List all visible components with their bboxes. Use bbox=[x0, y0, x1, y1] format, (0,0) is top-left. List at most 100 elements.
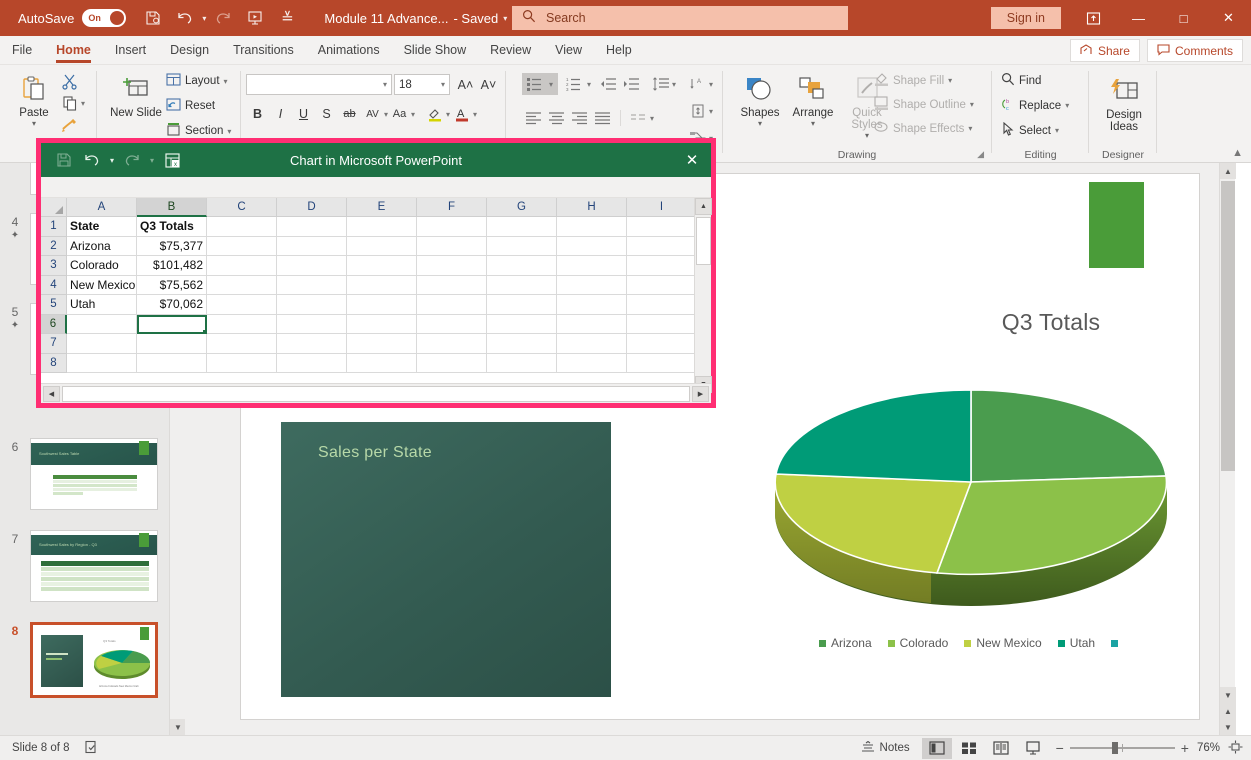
tab-design[interactable]: Design bbox=[158, 36, 221, 65]
slideshow-icon[interactable] bbox=[1018, 738, 1048, 759]
cell-c5[interactable] bbox=[207, 295, 277, 315]
fit-slide-to-window-icon[interactable] bbox=[1228, 740, 1243, 757]
cell-d1[interactable] bbox=[277, 217, 347, 237]
cell-f8[interactable] bbox=[417, 354, 487, 374]
cell-h2[interactable] bbox=[557, 237, 627, 257]
zoom-knob[interactable] bbox=[1112, 742, 1118, 754]
cell-a6[interactable] bbox=[67, 315, 137, 335]
cell-e6[interactable] bbox=[347, 315, 417, 335]
select-button[interactable]: Select ▾ bbox=[1001, 122, 1069, 139]
cell-g6[interactable] bbox=[487, 315, 557, 335]
thumbnail-row-8[interactable]: 8 Q3 Totals Arizona Colorado New Mexic bbox=[0, 622, 185, 698]
cell-d4[interactable] bbox=[277, 276, 347, 296]
new-slide-button[interactable]: New Slide bbox=[108, 67, 164, 119]
excel-scroll-right-icon[interactable]: ▶ bbox=[692, 386, 709, 402]
column-header-c[interactable]: C bbox=[207, 198, 277, 217]
arrange-dropdown-icon[interactable]: ▾ bbox=[811, 119, 815, 128]
shape-fill-button[interactable]: Shape Fill ▾ bbox=[874, 72, 974, 89]
tab-home[interactable]: Home bbox=[44, 36, 103, 65]
cell-g8[interactable] bbox=[487, 354, 557, 374]
bold-button[interactable]: B bbox=[246, 103, 269, 125]
font-size-dropdown-icon[interactable]: ▾ bbox=[441, 80, 445, 89]
font-color-dropdown-icon[interactable]: ▾ bbox=[473, 110, 477, 119]
align-right-icon[interactable] bbox=[568, 107, 591, 129]
table-row[interactable]: 7 bbox=[41, 334, 711, 354]
thumbnail-6[interactable]: Southwest Sales Table bbox=[30, 438, 158, 510]
column-header-b[interactable]: B bbox=[137, 198, 207, 217]
excel-grid[interactable]: A B C D E F G H I 1 State Q3 Totals bbox=[41, 198, 711, 393]
redo-dropdown-icon[interactable]: ▾ bbox=[147, 147, 157, 173]
row-header-3[interactable]: 3 bbox=[41, 256, 67, 276]
cell-f1[interactable] bbox=[417, 217, 487, 237]
cell-i7[interactable] bbox=[627, 334, 697, 354]
strikethrough-button[interactable]: ab bbox=[338, 103, 361, 125]
arrange-button[interactable]: Arrange ▾ bbox=[786, 67, 840, 140]
table-row[interactable]: 5 Utah $70,062 bbox=[41, 295, 711, 315]
row-header-8[interactable]: 8 bbox=[41, 354, 67, 374]
numbering-dropdown-icon[interactable]: ▾ bbox=[587, 80, 591, 89]
decrease-indent-icon[interactable] bbox=[597, 73, 620, 95]
cell-d5[interactable] bbox=[277, 295, 347, 315]
shapes-dropdown-icon[interactable]: ▾ bbox=[758, 119, 762, 128]
cell-f5[interactable] bbox=[417, 295, 487, 315]
next-slide-icon[interactable]: ▼ bbox=[1220, 719, 1236, 735]
cell-g3[interactable] bbox=[487, 256, 557, 276]
cell-b6[interactable] bbox=[137, 315, 207, 335]
column-header-a[interactable]: A bbox=[67, 198, 137, 217]
search-input[interactable]: Search bbox=[512, 6, 848, 30]
chart-data-dialog[interactable]: ▾ ▾ x Chart in Microsoft PowerPoint ✕ A … bbox=[36, 138, 716, 408]
column-header-f[interactable]: F bbox=[417, 198, 487, 217]
cell-a1[interactable]: State bbox=[67, 217, 137, 237]
increase-indent-icon[interactable] bbox=[620, 73, 643, 95]
share-button[interactable]: Share bbox=[1070, 39, 1140, 62]
cut-icon[interactable] bbox=[58, 70, 81, 92]
line-spacing-dropdown-icon[interactable]: ▾ bbox=[672, 80, 676, 89]
cell-c7[interactable] bbox=[207, 334, 277, 354]
character-spacing-button[interactable]: AV bbox=[361, 103, 384, 125]
column-header-g[interactable]: G bbox=[487, 198, 557, 217]
tab-help[interactable]: Help bbox=[594, 36, 644, 65]
undo-dropdown-icon[interactable]: ▾ bbox=[107, 147, 117, 173]
cell-c3[interactable] bbox=[207, 256, 277, 276]
cell-f7[interactable] bbox=[417, 334, 487, 354]
cell-a5[interactable]: Utah bbox=[67, 295, 137, 315]
text-direction-dropdown-icon[interactable]: ▾ bbox=[709, 80, 713, 89]
table-row[interactable]: 4 New Mexico $75,562 bbox=[41, 276, 711, 296]
cell-d8[interactable] bbox=[277, 354, 347, 374]
design-ideas-button[interactable]: Design Ideas bbox=[1097, 69, 1151, 133]
copy-icon[interactable] bbox=[58, 92, 81, 114]
undo-icon[interactable] bbox=[170, 3, 200, 33]
format-painter-icon[interactable] bbox=[58, 114, 81, 136]
cell-g2[interactable] bbox=[487, 237, 557, 257]
cell-h6[interactable] bbox=[557, 315, 627, 335]
cell-c6[interactable] bbox=[207, 315, 277, 335]
section-dropdown-icon[interactable]: ▾ bbox=[227, 127, 231, 136]
replace-button[interactable]: bc Replace ▾ bbox=[1001, 97, 1069, 114]
text-shadow-button[interactable]: S bbox=[315, 103, 338, 125]
cell-h8[interactable] bbox=[557, 354, 627, 374]
tab-transitions[interactable]: Transitions bbox=[221, 36, 306, 65]
close-button[interactable]: ✕ bbox=[1206, 0, 1251, 36]
row-header-4[interactable]: 4 bbox=[41, 276, 67, 296]
cell-b5[interactable]: $70,062 bbox=[137, 295, 207, 315]
customize-qat-icon[interactable]: ≚ bbox=[272, 3, 302, 33]
autosave-toggle[interactable]: On bbox=[82, 9, 126, 27]
select-dropdown-icon[interactable]: ▾ bbox=[1055, 126, 1059, 135]
cell-e8[interactable] bbox=[347, 354, 417, 374]
cell-d6[interactable] bbox=[277, 315, 347, 335]
close-icon[interactable]: ✕ bbox=[679, 147, 705, 173]
shape-effects-dropdown-icon[interactable]: ▾ bbox=[968, 124, 972, 133]
undo-dropdown-icon[interactable]: ▾ bbox=[202, 14, 206, 23]
cell-g1[interactable] bbox=[487, 217, 557, 237]
select-all-corner[interactable] bbox=[41, 198, 67, 217]
cell-i4[interactable] bbox=[627, 276, 697, 296]
justify-icon[interactable] bbox=[591, 107, 614, 129]
cell-a4[interactable]: New Mexico bbox=[67, 276, 137, 296]
thumbnail-scroll-down-icon[interactable]: ▼ bbox=[170, 719, 185, 735]
notes-button[interactable]: Notes bbox=[861, 741, 910, 756]
ribbon-display-options-icon[interactable] bbox=[1071, 0, 1116, 36]
reading-view-icon[interactable] bbox=[986, 738, 1016, 759]
drawing-dialog-launcher[interactable]: ◢ bbox=[977, 149, 984, 160]
zoom-level[interactable]: 76% bbox=[1197, 742, 1220, 754]
slide-scroll-down-icon[interactable]: ▼ bbox=[1220, 687, 1236, 703]
